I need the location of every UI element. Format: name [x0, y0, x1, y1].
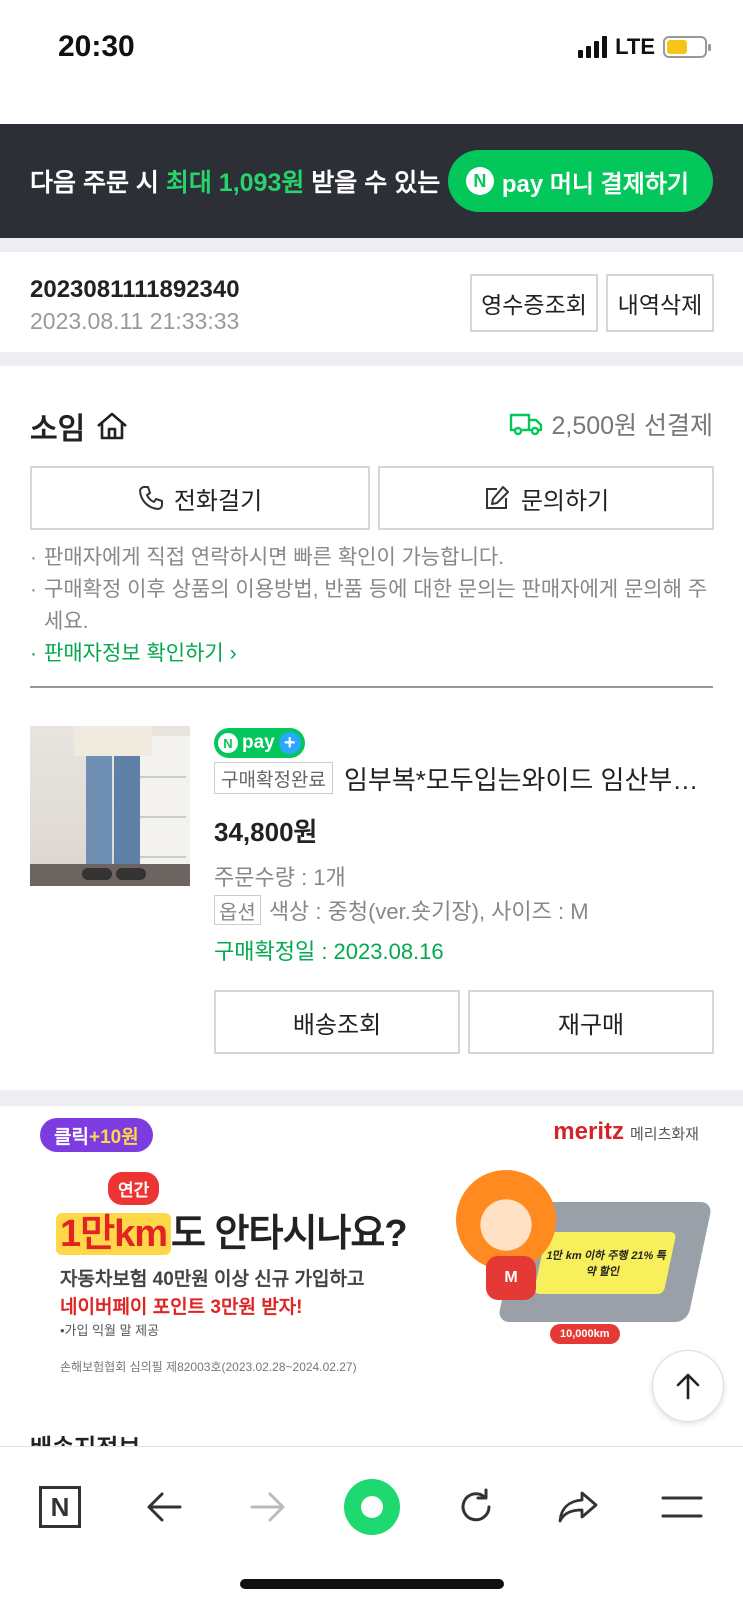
status-bar: 20:30 LTE [0, 0, 743, 124]
shipping-fee: 2,500원 선결제 [551, 412, 713, 440]
seller-store-link[interactable]: 소임 [30, 404, 129, 448]
product-option: 옵션 색상 : 중청(ver.숏기장), 사이즈 : M [214, 894, 589, 926]
pay-button-label: pay 머니 결제하기 [501, 170, 689, 198]
scroll-to-top-button[interactable] [652, 1350, 724, 1422]
battery-icon [663, 36, 711, 58]
forward-arrow-icon[interactable] [238, 1477, 298, 1537]
section-gap [0, 352, 743, 366]
naver-n-icon: N [218, 733, 238, 753]
shipping-info: 2,500원 선결제 [509, 406, 713, 442]
status-time: 20:30 [58, 30, 135, 63]
share-icon[interactable] [548, 1477, 608, 1537]
delete-history-button[interactable]: 내역삭제 [606, 274, 714, 332]
npay-plus-badge: N pay + [214, 728, 305, 758]
ad-line-3: •가입 익월 말 제공 [60, 1323, 160, 1338]
mascot-body: M [486, 1256, 536, 1300]
menu-icon[interactable] [652, 1477, 712, 1537]
ad-line-1: 자동차보험 40만원 이상 신규 가입하고 [60, 1269, 365, 1290]
section-gap [0, 238, 743, 252]
arrow-up-icon [676, 1373, 700, 1400]
note-item: 구매확정 이후 상품의 이용방법, 반품 등에 대한 문의는 판매자에게 문의해… [30, 574, 720, 638]
product-name[interactable]: 임부복*모두입는와이드 임산부청바지 [344, 760, 714, 797]
order-datetime: 2023.08.11 21:33:33 [30, 308, 240, 334]
call-button-label: 전화걸기 [173, 487, 263, 515]
product-price: 34,800원 [214, 817, 318, 847]
meritz-ad-banner[interactable]: 클릭 +10원 meritz 메리츠화재 연간 1만km 도 안타시나요? 자동차보… [0, 1106, 743, 1392]
section-divider [30, 686, 713, 688]
network-label: LTE [615, 34, 655, 59]
brand-logo: meritz [553, 1118, 624, 1145]
yearly-badge: 연간 [108, 1172, 160, 1205]
mascot-head [456, 1170, 556, 1270]
board-km-label: 10,000km [550, 1324, 620, 1344]
ad-disclaimer: 손해보험협회 심의필 제82003호(2023.02.28~2024.02.27… [60, 1360, 357, 1374]
signal-icon [578, 36, 608, 58]
n-home-icon[interactable]: N [30, 1477, 90, 1537]
edit-icon [485, 486, 509, 509]
naver-n-icon: N [465, 167, 494, 195]
truck-icon [510, 413, 543, 436]
inquiry-button-label: 문의하기 [520, 487, 610, 515]
n-logo: N [39, 1486, 81, 1528]
option-text: 색상 : 중청(ver.숏기장), 사이즈 : M [268, 899, 589, 924]
bottom-navigation: N [0, 1446, 743, 1608]
refresh-icon[interactable] [446, 1477, 506, 1537]
promo-highlight: 최대 1,093원 [165, 169, 305, 197]
npay-money-pay-button[interactable]: N pay 머니 결제하기 [447, 150, 713, 212]
shipping-info-heading: 배송지정보 [30, 1428, 140, 1446]
rebuy-button[interactable]: 재구매 [468, 990, 714, 1054]
ad-headline: 1만km 도 안타시나요? [56, 1202, 408, 1257]
ad-line-2: 네이버페이 포인트 3만원 받자! [60, 1297, 303, 1318]
section-gap [0, 1090, 743, 1106]
brand-subtitle: 메리츠화재 [629, 1126, 699, 1143]
home-icon [97, 412, 128, 440]
back-arrow-icon[interactable] [134, 1477, 194, 1537]
promo-text: 다음 주문 시 최대 1,093원 받을 수 있는 [30, 169, 441, 197]
green-dot-icon[interactable] [342, 1477, 402, 1537]
seller-section: 소임 2,500원 선결제 전화걸기 문의하기 판매자에게 직접 연락하시면 빠… [0, 366, 743, 1090]
board-text: 1만 km 이하 주행 21% 특약 할인 [533, 1232, 677, 1294]
inquiry-button[interactable]: 문의하기 [378, 466, 714, 530]
phone-icon [138, 486, 163, 510]
plus-icon: + [278, 732, 301, 754]
option-tag: 옵션 [214, 895, 261, 925]
npay-badge-label: pay [242, 732, 275, 753]
status-indicators: LTE [578, 34, 711, 60]
home-indicator [240, 1579, 504, 1589]
track-delivery-button[interactable]: 배송조회 [214, 990, 460, 1054]
order-header: 2023081111892340 2023.08.11 21:33:33 영수증… [0, 252, 743, 352]
order-number: 2023081111892340 [30, 276, 240, 303]
purchase-status-badge: 구매확정완료 [214, 762, 333, 794]
seller-info-link[interactable]: 판매자정보 확인하기 › [30, 638, 720, 670]
chevron-right-icon: › [229, 642, 237, 665]
purchase-confirm-date: 구매확정일 : 2023.08.16 [214, 939, 444, 964]
seller-notes: 판매자에게 직접 연락하시면 빠른 확인이 가능합니다. 구매확정 이후 상품의… [30, 542, 720, 670]
npay-promo-banner[interactable]: 다음 주문 시 최대 1,093원 받을 수 있는 N pay 머니 결제하기 [0, 124, 743, 238]
click-reward-pill: 클릭 +10원 [40, 1118, 153, 1152]
note-item: 판매자에게 직접 연락하시면 빠른 확인이 가능합니다. [30, 542, 720, 574]
call-seller-button[interactable]: 전화걸기 [30, 466, 370, 530]
receipt-button[interactable]: 영수증조회 [470, 274, 598, 332]
order-quantity: 주문수량 : 1개 [214, 865, 346, 890]
seller-name: 소임 [30, 413, 86, 446]
product-thumbnail[interactable] [30, 726, 190, 886]
ad-brand: meritz 메리츠화재 [553, 1118, 699, 1146]
